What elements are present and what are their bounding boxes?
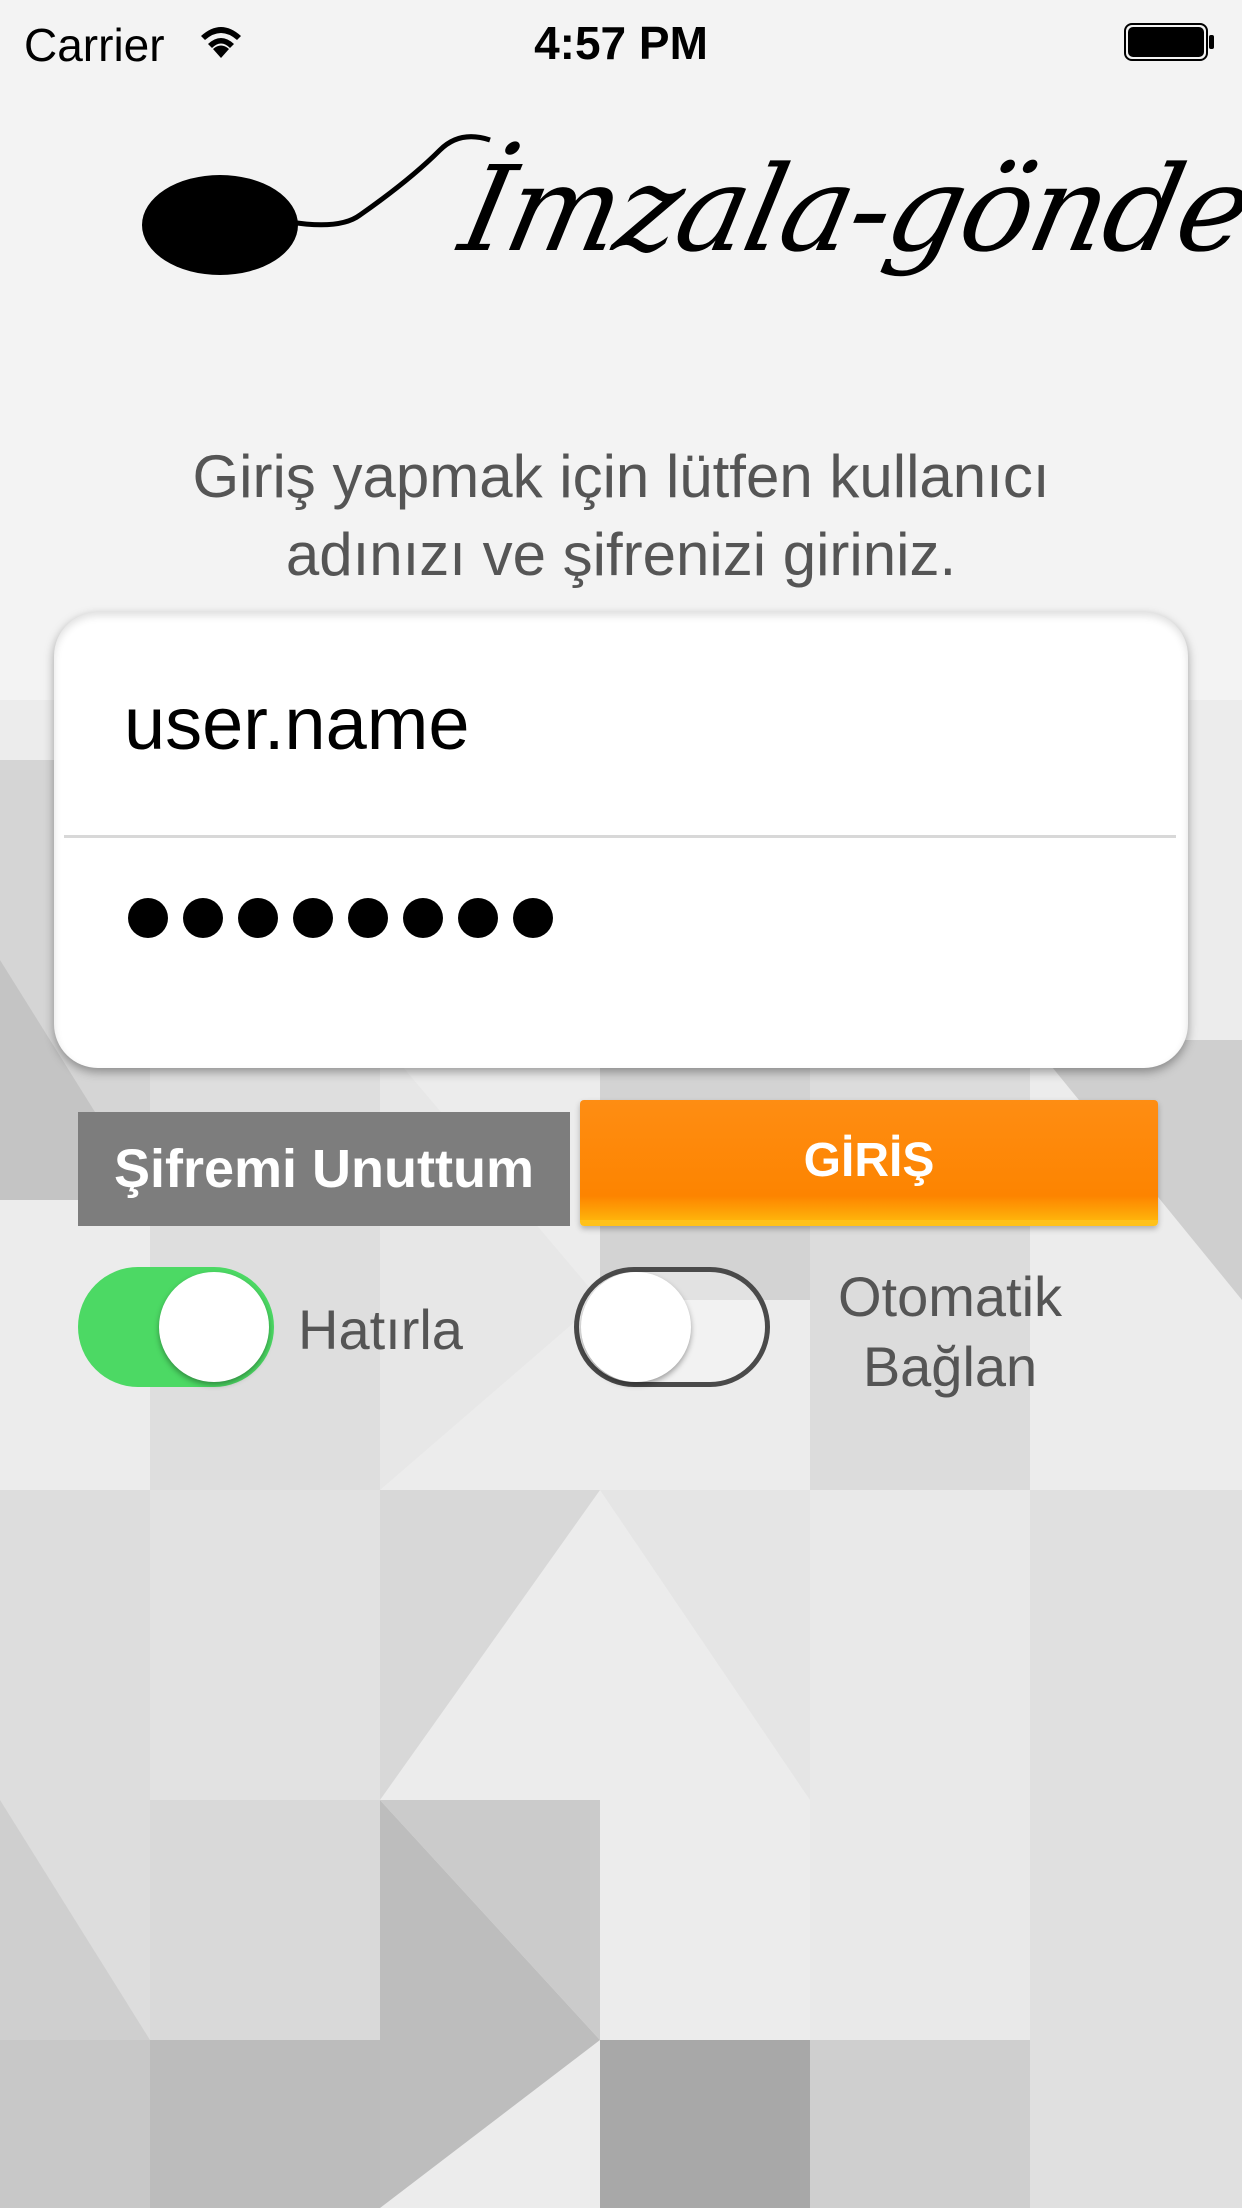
username-input[interactable] [124, 648, 1124, 798]
password-dot [128, 898, 168, 938]
toggle-knob [159, 1272, 269, 1382]
instructions-line-1: Giriş yapmak için lütfen kullanıcı [192, 443, 1050, 510]
password-dot [513, 898, 553, 938]
auto-connect-label-line-2: Bağlan [862, 1335, 1038, 1398]
clock-label: 4:57 PM [534, 17, 708, 69]
password-dot [238, 898, 278, 938]
password-input[interactable] [128, 888, 553, 948]
login-button[interactable]: GİRİŞ [580, 1100, 1158, 1226]
password-dot [348, 898, 388, 938]
password-dot [458, 898, 498, 938]
remember-toggle[interactable] [78, 1267, 274, 1387]
login-instructions: Giriş yapmak için lütfen kullanıcı adını… [80, 438, 1162, 594]
app-logo: İmzala-gönder [120, 120, 1242, 320]
battery-icon [1124, 23, 1214, 61]
logo-text: İmzala-gönder [450, 140, 1242, 278]
auto-connect-label: Otomatik Bağlan [800, 1262, 1100, 1402]
password-dot [183, 898, 223, 938]
auto-connect-toggle[interactable] [574, 1267, 770, 1387]
forgot-password-button[interactable]: Şifremi Unuttum [78, 1112, 570, 1226]
password-dot [403, 898, 443, 938]
status-bar: Carrier 4:57 PM [0, 0, 1242, 84]
instructions-line-2: adınızı ve şifrenizi giriniz. [285, 521, 957, 588]
auto-connect-label-line-1: Otomatik [837, 1265, 1063, 1328]
password-dot [293, 898, 333, 938]
toggle-knob [581, 1272, 691, 1382]
remember-label: Hatırla [298, 1298, 463, 1361]
field-divider [64, 835, 1176, 838]
